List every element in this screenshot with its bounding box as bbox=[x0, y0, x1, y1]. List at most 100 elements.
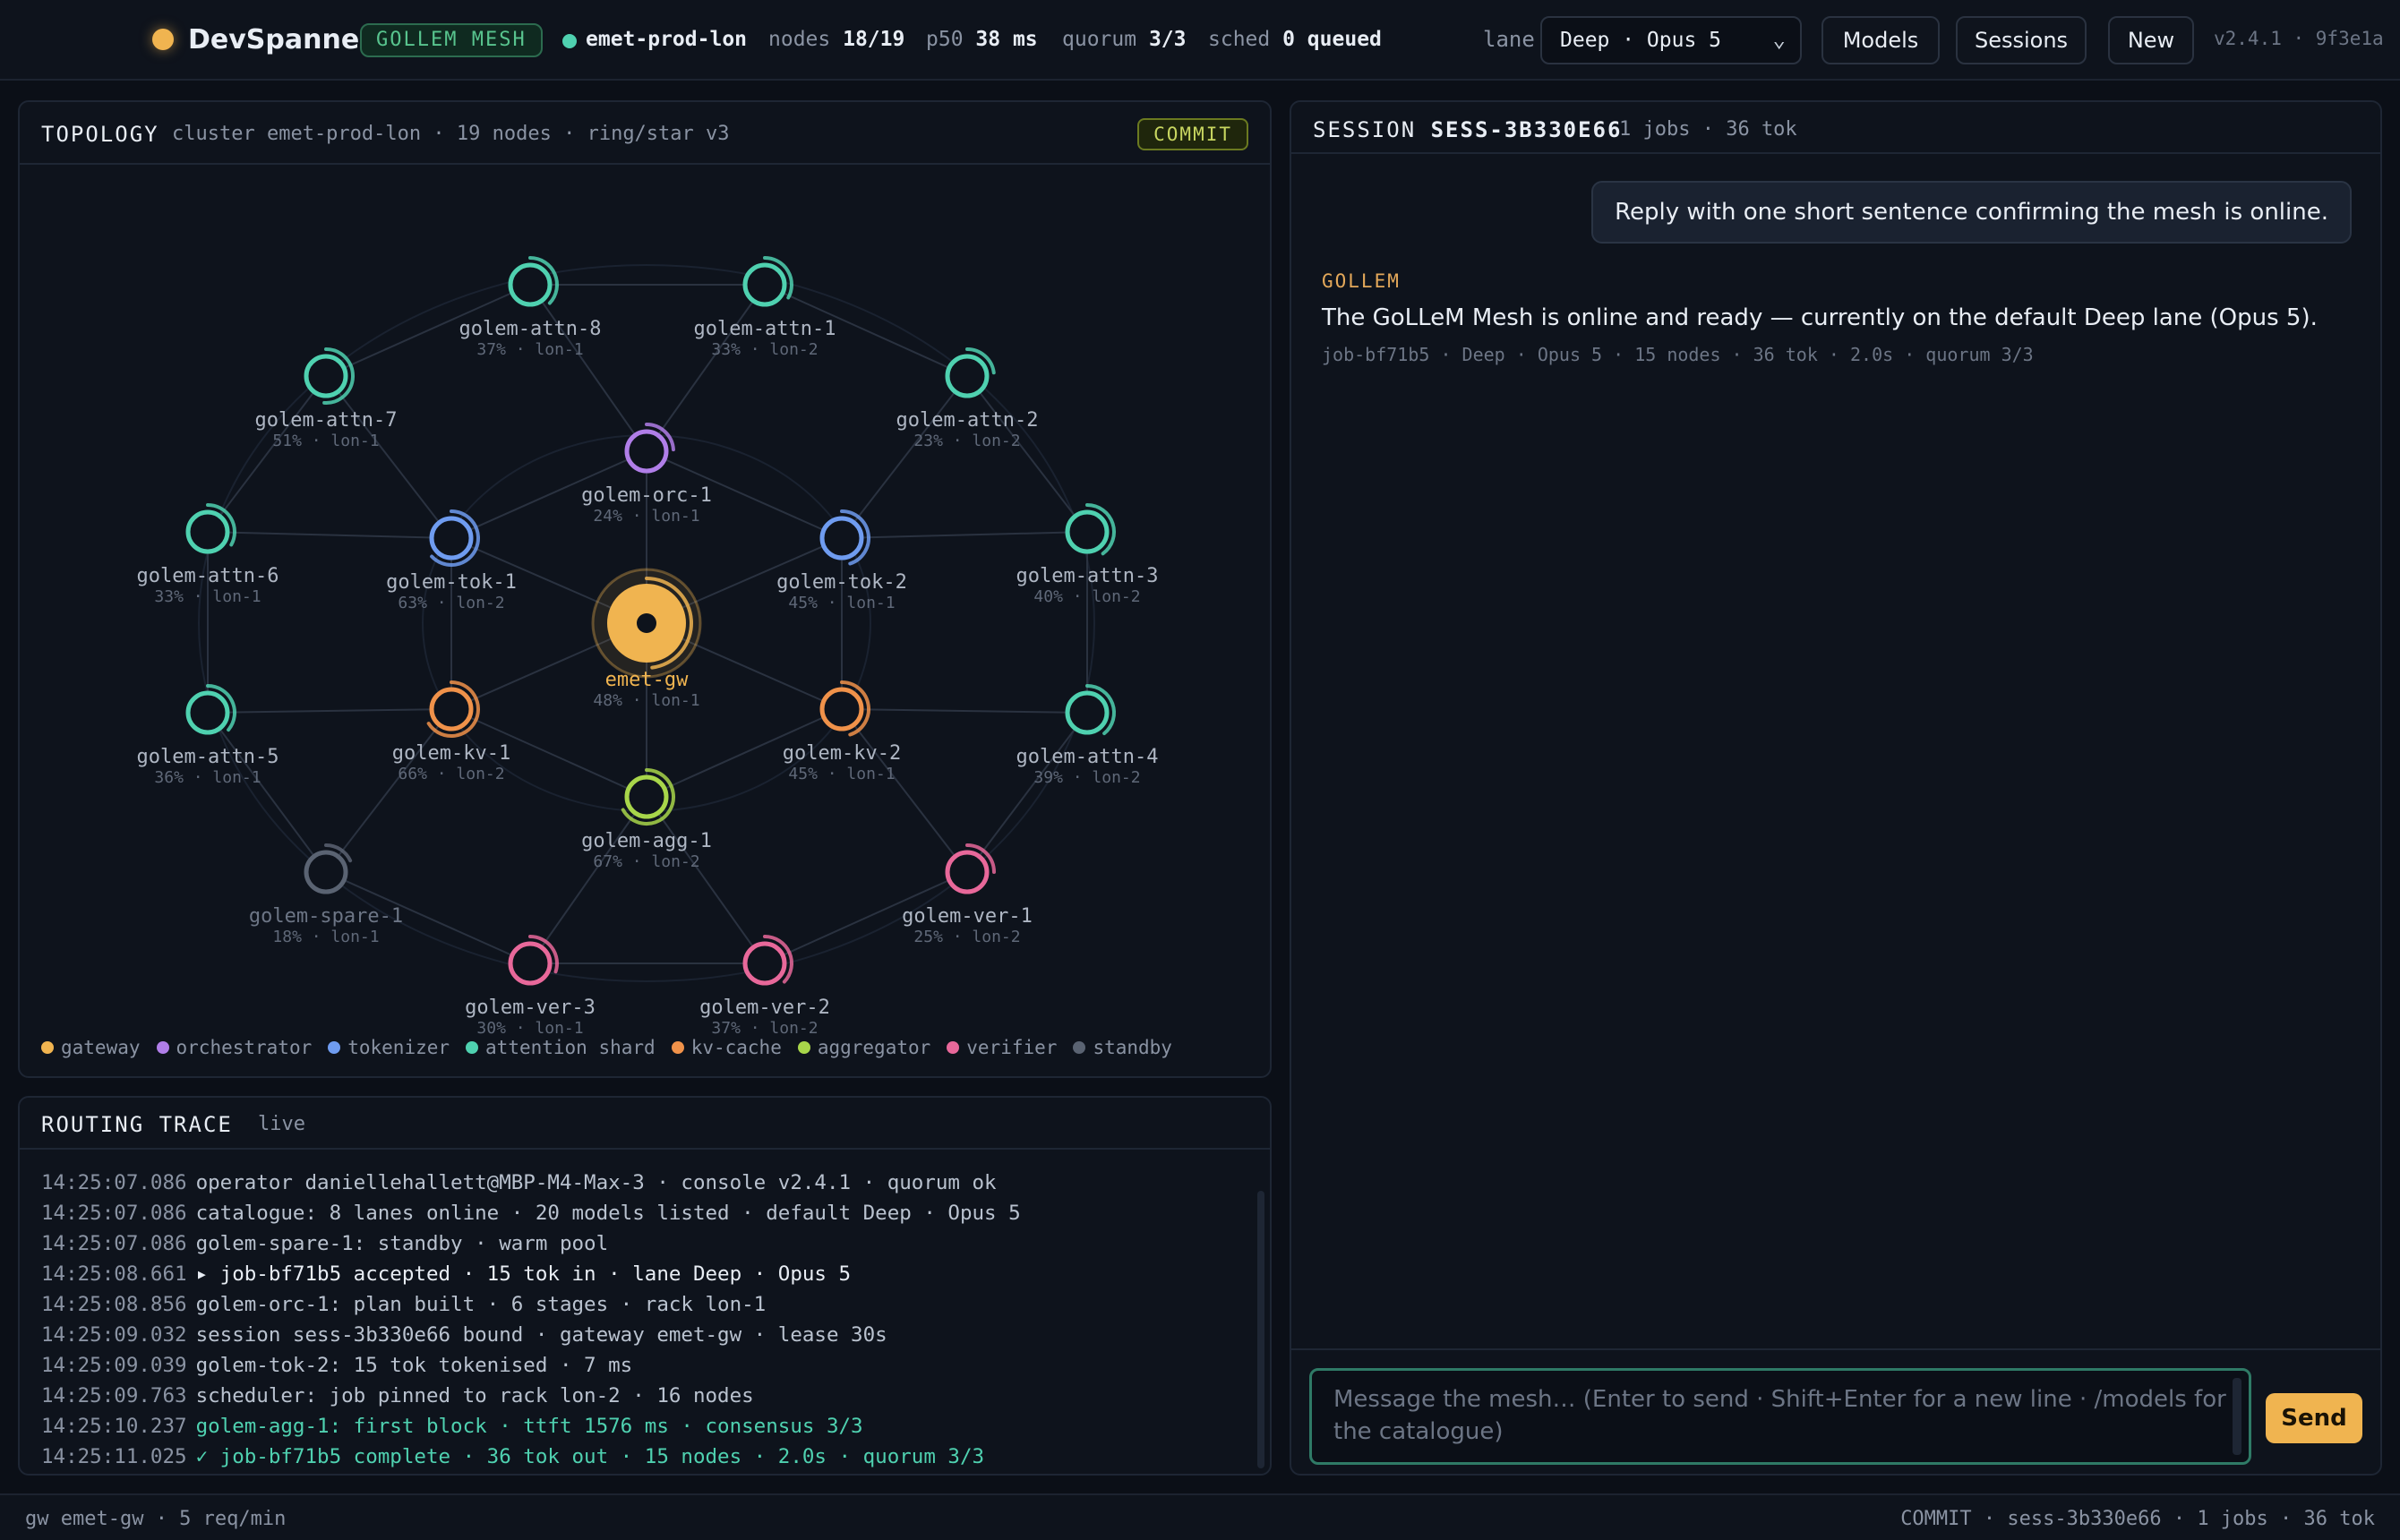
trace-text: session sess-3b330e66 bound · gateway em… bbox=[195, 1323, 887, 1347]
node-meta: 25% · lon-2 bbox=[913, 928, 1020, 946]
topology-link bbox=[207, 531, 452, 539]
cluster-status-dot bbox=[562, 34, 577, 48]
quorum-stat: quorum 3/3 bbox=[1062, 28, 1187, 51]
message-input[interactable]: Message the mesh… (Enter to send · Shift… bbox=[1309, 1368, 2251, 1465]
node-kv2-icon bbox=[819, 687, 864, 732]
topology-header: TOPOLOGY cluster emet-prod-lon · 19 node… bbox=[20, 102, 1270, 165]
topology-link bbox=[966, 375, 1088, 533]
legend-label: kv-cache bbox=[690, 1037, 782, 1058]
node-ver3-icon bbox=[508, 941, 553, 986]
legend-dot bbox=[41, 1041, 54, 1054]
message-input-placeholder: Message the mesh… (Enter to send · Shift… bbox=[1333, 1386, 2226, 1445]
legend-dot bbox=[328, 1041, 341, 1054]
trace-line: 14:25:10.237 golem-agg-1: first block · t… bbox=[41, 1411, 1243, 1442]
topology-link bbox=[966, 712, 1088, 873]
p50-stat-label: p50 bbox=[926, 28, 964, 51]
node-kv1-icon bbox=[429, 687, 474, 732]
top-bar: DevSpanner GOLLEM MESH emet-prod-lon nod… bbox=[0, 0, 2400, 81]
legend-label: gateway bbox=[61, 1037, 141, 1058]
node-meta: 36% · lon-1 bbox=[154, 768, 261, 787]
node-name: golem-ver-2 bbox=[699, 997, 830, 1019]
legend-dot bbox=[156, 1041, 169, 1054]
trace-log: 14:25:07.086 operator daniellehallett@MBP… bbox=[41, 1168, 1243, 1468]
node-attn1-icon bbox=[742, 262, 787, 307]
lane-select[interactable]: Deep · Opus 5 ⌄ bbox=[1540, 16, 1802, 64]
node-name: golem-kv-2 bbox=[783, 742, 901, 765]
app-name: DevSpanner bbox=[188, 24, 373, 56]
topology-graph: emet-gw48% · lon-1 golem-orc-124% · lon-1… bbox=[137, 256, 1159, 1038]
node-attn6-icon bbox=[185, 509, 230, 554]
legend-item-aggregator: aggregator bbox=[797, 1037, 930, 1058]
topology-legend: gateway orchestrator tokenizer attention sh… bbox=[41, 1037, 1188, 1058]
topology-link bbox=[529, 284, 647, 452]
quorum-stat-value: 3/3 bbox=[1148, 28, 1187, 51]
trace-text: golem-spare-1: standby · warm pool bbox=[195, 1232, 609, 1255]
node-meta: 33% · lon-1 bbox=[154, 587, 261, 606]
node-orc1-icon bbox=[624, 429, 669, 474]
reply-meta: job-bf71b5 · Deep · Opus 5 · 15 nodes · … bbox=[1322, 344, 2034, 365]
node-meta: 45% · lon-1 bbox=[788, 765, 895, 783]
legend-item-standby: standby bbox=[1073, 1037, 1172, 1058]
node-meta: 18% · lon-1 bbox=[272, 928, 379, 946]
node-spare1-icon bbox=[304, 850, 348, 894]
node-name: golem-kv-1 bbox=[392, 742, 510, 765]
trace-text: operator daniellehallett@MBP-M4-Max-3 · … bbox=[195, 1171, 997, 1194]
trace-line: 14:25:11.025 ✓ job-bf71b5 complete · 36 t… bbox=[41, 1442, 1243, 1468]
node-meta: 30% · lon-1 bbox=[476, 1019, 583, 1038]
topology-link bbox=[325, 375, 452, 539]
version-label: v2.4.1 · 9f3e1a bbox=[2214, 28, 2384, 49]
commit-badge: COMMIT bbox=[1137, 118, 1248, 150]
sessions-button[interactable]: Sessions bbox=[1956, 16, 2087, 64]
legend-dot bbox=[1073, 1041, 1086, 1054]
node-name: golem-attn-1 bbox=[694, 318, 836, 340]
topology-link bbox=[207, 712, 327, 873]
trace-text: ▸ job-bf71b5 accepted · 15 tok in · lane… bbox=[195, 1262, 852, 1286]
chevron-down-icon: ⌄ bbox=[1772, 27, 1786, 52]
send-button[interactable]: Send bbox=[2266, 1393, 2362, 1443]
composer-scrollbar[interactable] bbox=[2233, 1378, 2241, 1455]
sched-stat-label: sched bbox=[1208, 28, 1271, 51]
node-name: golem-ver-1 bbox=[902, 905, 1033, 928]
trace-timestamp: 14:25:07.086 bbox=[41, 1232, 187, 1255]
trace-line: 14:25:09.763 scheduler: job pinned to rac… bbox=[41, 1381, 1243, 1411]
node-name: golem-orc-1 bbox=[581, 484, 712, 507]
topology-link bbox=[207, 375, 327, 533]
new-session-button[interactable]: New bbox=[2108, 16, 2194, 64]
mesh-badge: GOLLEM MESH bbox=[360, 23, 543, 57]
session-header: SESSION SESS-3B330E66 1 jobs · 36 tok bbox=[1291, 102, 2380, 154]
node-name: golem-attn-5 bbox=[137, 746, 279, 768]
node-name: golem-attn-7 bbox=[255, 409, 398, 432]
node-meta: 39% · lon-2 bbox=[1033, 768, 1140, 787]
topology-link bbox=[529, 796, 647, 964]
node-attn2-icon bbox=[945, 354, 990, 398]
node-meta: 66% · lon-2 bbox=[398, 765, 504, 783]
node-attn5-icon bbox=[185, 690, 230, 735]
trace-line: 14:25:09.032 session sess-3b330e66 bound … bbox=[41, 1320, 1243, 1350]
legend-item-verifier: verifier bbox=[947, 1037, 1057, 1058]
node-meta: 37% · lon-1 bbox=[476, 340, 583, 359]
sched-stat: sched 0 queued bbox=[1208, 28, 1382, 51]
trace-text: golem-orc-1: plan built · 6 stages · rac… bbox=[195, 1293, 767, 1316]
node-meta: 51% · lon-1 bbox=[272, 432, 379, 450]
node-tok2-icon bbox=[819, 516, 864, 560]
nodes-stat-value: 18/19 bbox=[843, 28, 905, 51]
node-ver1-icon bbox=[945, 850, 990, 894]
node-meta: 67% · lon-2 bbox=[593, 852, 699, 871]
models-button[interactable]: Models bbox=[1821, 16, 1940, 64]
legend-item-kv-cache: kv-cache bbox=[671, 1037, 782, 1058]
trace-line: 14:25:07.086 operator daniellehallett@MBP… bbox=[41, 1168, 1243, 1198]
node-name: golem-attn-8 bbox=[459, 318, 602, 340]
node-name: golem-attn-3 bbox=[1016, 565, 1159, 587]
gateway-core bbox=[637, 613, 656, 633]
trace-timestamp: 14:25:11.025 bbox=[41, 1445, 187, 1468]
topology-link bbox=[841, 531, 1088, 539]
sched-stat-value: 0 queued bbox=[1282, 28, 1382, 51]
trace-scrollbar[interactable] bbox=[1257, 1191, 1264, 1468]
trace-header: ROUTING TRACE live bbox=[20, 1098, 1270, 1150]
topology-link bbox=[325, 708, 452, 873]
trace-timestamp: 14:25:08.856 bbox=[41, 1293, 187, 1316]
reply-sender: GOLLEM bbox=[1322, 270, 1401, 292]
status-right: COMMIT · sess-3b330e66 · 1 jobs · 36 tok bbox=[1900, 1508, 2375, 1530]
legend-item-tokenizer: tokenizer bbox=[328, 1037, 450, 1058]
node-attn7-icon bbox=[304, 354, 348, 398]
